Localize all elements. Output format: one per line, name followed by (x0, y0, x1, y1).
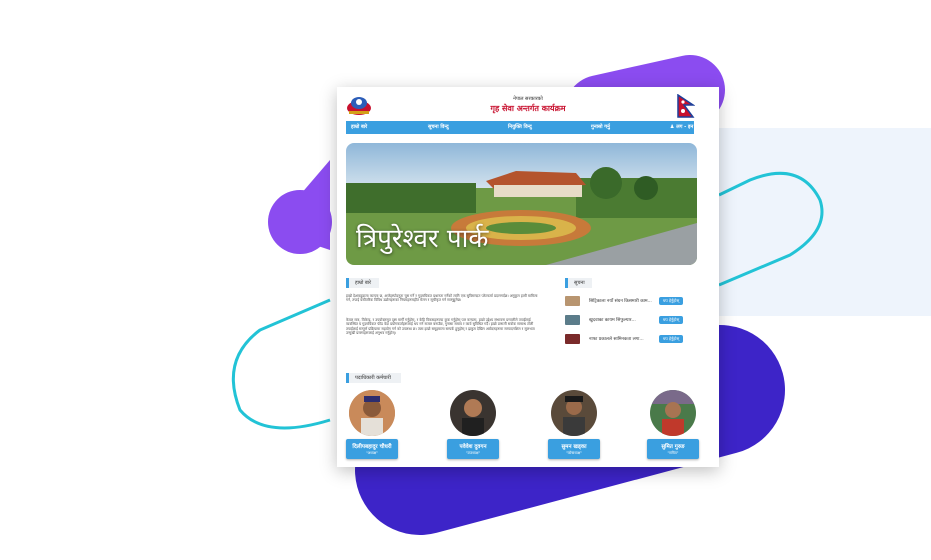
main-nav: हाम्रो बारे सूचना विन्दु नियुक्ति विन्दु… (346, 121, 694, 134)
notice-text[interactable]: नाफा प्रकालले सामिनकता लगा... (589, 336, 664, 342)
staff-name: पवेवेश दुवगन (459, 444, 487, 450)
site-header: नेपाल सरकारको गृह सेवा अन्तर्गत कार्यक्र… (337, 87, 719, 120)
notices-heading: सूचना (565, 278, 592, 288)
notice-item: खुदवाका कायम सिफुल्यार... थप हेर्नुहोस् (565, 315, 685, 325)
user-icon: ♟ (670, 124, 675, 130)
header-title: गृह सेवा अन्तर्गत कार्यक्रम (490, 104, 566, 113)
notice-item: नाफा प्रकालले सामिनकता लगा... थप हेर्नुह… (565, 334, 685, 344)
nav-login-link[interactable]: ♟ लग - इन (670, 124, 693, 130)
website-preview: नेपाल सरकारको गृह सेवा अन्तर्गत कार्यक्र… (337, 87, 719, 467)
about-paragraph-1: हाम्रो देशमाहुदाला कागता छ, अन्तेद्दस्पो… (346, 294, 538, 303)
staff-role: "उपाध्यक्ष" (465, 451, 481, 455)
read-more-button[interactable]: थप हेर्नुहोस् (659, 316, 683, 324)
staff-name: सुमन खड्का (561, 444, 587, 450)
notice-text[interactable]: खुदवाका कायम सिफुल्यार... (589, 317, 664, 323)
staff-heading: पदाधिकारी कर्मचारी (346, 373, 401, 383)
read-more-button[interactable]: थप हेर्नुहोस् (659, 335, 683, 343)
nepal-flag-icon (677, 94, 695, 118)
read-more-button[interactable]: थप हेर्नुहोस् (659, 297, 683, 305)
avatar (450, 390, 496, 436)
staff-name-card[interactable]: सुमित गुरुङ "सचिव" (647, 439, 699, 459)
about-heading: हाम्रो बारे (346, 278, 379, 288)
avatar (650, 390, 696, 436)
staff-role: "सचिव" (667, 451, 679, 455)
staff-name-card[interactable]: दिलीपबहादुर चौधरी "अध्यक्ष" (346, 439, 398, 459)
notice-thumbnail (565, 315, 580, 325)
notice-text[interactable]: सिट्रिकाला नयाँ संघन किसमारी काम... (589, 298, 664, 304)
staff-name-card[interactable]: पवेवेश दुवगन "उपाध्यक्ष" (447, 439, 499, 459)
login-label: लग - इन (676, 124, 694, 130)
nav-item-notices[interactable]: सूचना विन्दु (428, 124, 449, 130)
staff-role: "कोषाध्यक्ष" (565, 451, 583, 455)
staff-role: "अध्यक्ष" (365, 451, 379, 455)
hero-caption: त्रिपुरेश्वर पार्क (356, 224, 489, 254)
notice-thumbnail (565, 296, 580, 306)
avatar (551, 390, 597, 436)
about-paragraph-2: केवल मात्र, विकेन्द्र, र उपयोक्तसुत दृष्… (346, 318, 535, 336)
staff-name: सुमित गुरुङ (661, 444, 685, 450)
staff-name: दिलीपबहादुर चौधरी (352, 444, 392, 450)
nav-item-complaints[interactable]: गुनासो गर्नुु (591, 124, 610, 130)
nav-item-appointments[interactable]: नियुक्ति विन्दु (508, 124, 532, 130)
hero-banner: त्रिपुरेश्वर पार्क (346, 143, 697, 265)
avatar (349, 390, 395, 436)
notice-item: सिट्रिकाला नयाँ संघन किसमारी काम... थप ह… (565, 296, 685, 306)
header-subtitle: नेपाल सरकारको (513, 96, 543, 102)
nav-item-about[interactable]: हाम्रो बारे (351, 124, 367, 130)
notice-thumbnail (565, 334, 580, 344)
staff-name-card[interactable]: सुमन खड्का "कोषाध्यक्ष" (548, 439, 600, 459)
